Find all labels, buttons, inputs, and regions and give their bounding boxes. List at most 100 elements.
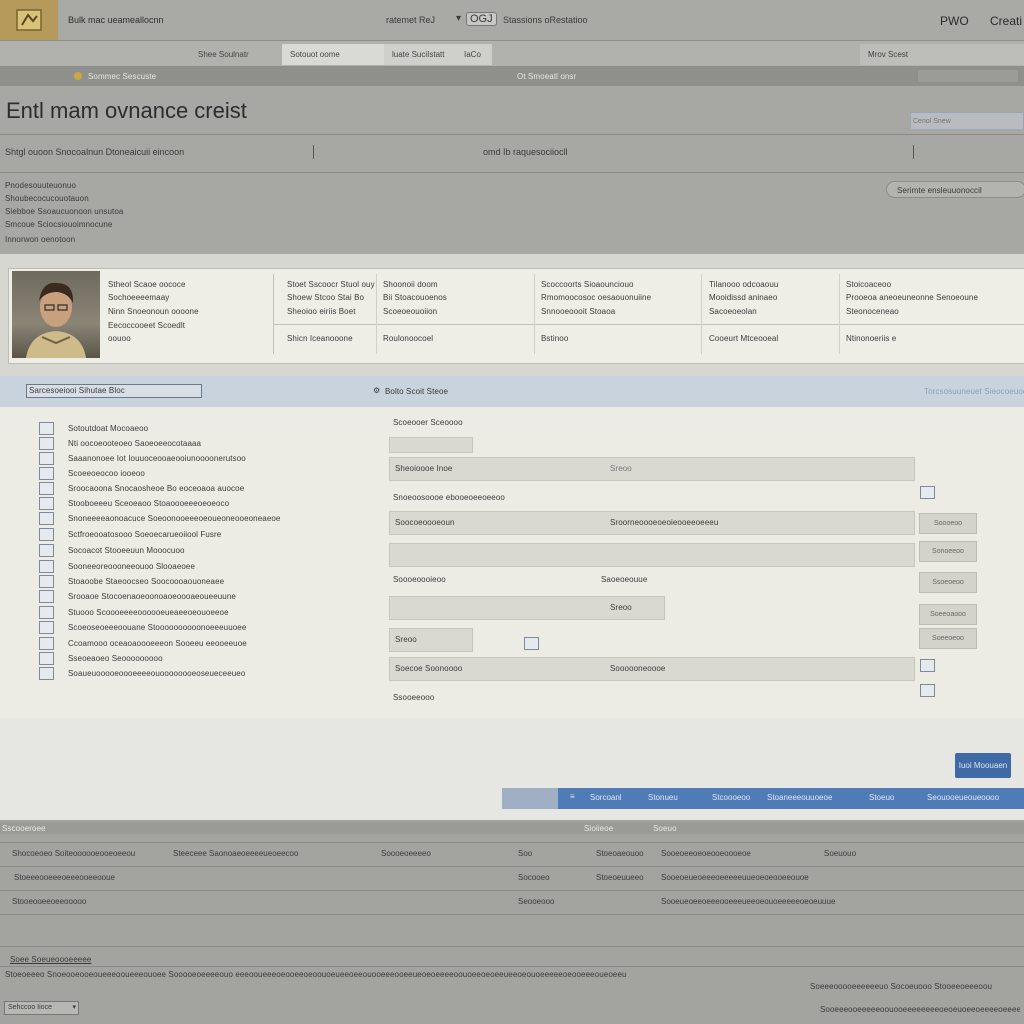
list-checkbox[interactable] (39, 467, 54, 480)
text-field[interactable]: Sreoo (389, 596, 665, 620)
subbar-label: Sommec Sescuste (88, 72, 157, 81)
header-center-label: ratemet ReJ (386, 15, 436, 25)
step-2[interactable]: Stonueu (648, 793, 678, 802)
list-checkbox[interactable] (39, 560, 54, 573)
field-label: Saoeoeouue (601, 575, 648, 584)
text-field[interactable]: Sreoo (389, 628, 473, 652)
table-row[interactable]: Stoeeeooeeeoeeeooeeooue Socooeo Stoeoeuu… (0, 866, 1024, 891)
list-checkbox[interactable] (39, 512, 54, 525)
divider (273, 324, 1024, 325)
checkbox[interactable] (920, 486, 935, 499)
meta-line: Shoubecocucouotauon (5, 194, 89, 203)
app-logo[interactable] (0, 0, 58, 40)
list-checkbox[interactable] (39, 590, 54, 603)
field-label: Scoeooer Sceoooo (393, 418, 463, 427)
footer-link[interactable]: Soee Soeueoooeeeee (10, 955, 91, 964)
list-checkbox[interactable] (39, 422, 54, 435)
divider (913, 145, 914, 159)
subbar-search[interactable] (918, 70, 1018, 82)
list-item-label: Sroocaoona Snocaosheoe Bo eoceoaoa auoco… (68, 484, 245, 493)
checkbox[interactable] (920, 659, 935, 672)
list-item-label: Socoacot Stooeeuun Mooocuoo (68, 546, 185, 555)
header-right-b[interactable]: Creati (990, 14, 1022, 28)
checkbox[interactable] (524, 637, 539, 650)
meta-line: Smcoue Sciocsiouoimnocune (5, 220, 113, 229)
text-field[interactable]: Sheoioooe Inoe Sreoo (389, 457, 915, 481)
side-button[interactable]: Soeeoaooo (919, 604, 977, 625)
table-cell: Soeuouo (824, 849, 857, 858)
list-checkbox[interactable] (39, 637, 54, 650)
footer-line: Soeeeooooeeeeeeuo Socoeuooo Stooeeoeeeoo… (810, 982, 993, 991)
profile-cell: Prooeoa aneoeuneonne Senoeoune (846, 293, 979, 302)
table-cell: Stoeoaeouoo (596, 849, 644, 858)
subbar-center: Ot Smoeatl onsr (517, 72, 577, 81)
form-header-box[interactable]: Sarcesoeiooi Sihutae Bloc (26, 384, 202, 398)
list-item-label: Nti oocoeooteoeo Saoeoeeocotaaaa (68, 439, 202, 448)
divider (313, 145, 314, 159)
header-right-a[interactable]: PWO (940, 14, 969, 28)
list-checkbox[interactable] (39, 528, 54, 541)
header-badge[interactable]: OGJ (466, 12, 497, 26)
chevron-down-icon[interactable]: ▾ (456, 13, 461, 24)
profile-cell: Sheoioo eiriis Boet (287, 307, 356, 316)
side-button[interactable]: Soeeoeoo (919, 628, 977, 649)
page-subtitle-right: omd Ib raquesociiocll (483, 147, 568, 157)
tab-5[interactable]: Mrov Scest (860, 44, 1024, 65)
text-field[interactable]: Soecoe Soonoooo Soooooneoooe (389, 657, 915, 681)
select-value: Sehccoo Iioce (8, 1004, 52, 1011)
divider (839, 274, 840, 354)
table-row[interactable]: Shocoeoeo Soiteoooooeooeoeeou Steeceee S… (0, 842, 1024, 867)
list-checkbox[interactable] (39, 544, 54, 557)
list-checkbox[interactable] (39, 452, 54, 465)
status-dot-icon (74, 72, 82, 80)
step-5[interactable]: Stoeuo (869, 793, 894, 802)
divider (0, 946, 1024, 947)
search-input[interactable] (910, 112, 1024, 130)
divider (701, 274, 702, 354)
table-bar-label: Sscooeroee (2, 824, 46, 833)
list-checkbox[interactable] (39, 437, 54, 450)
profile-cell: Steonoceneao (846, 307, 899, 316)
side-button[interactable]: Ssoeoeoo (919, 572, 977, 593)
pill-button[interactable]: Serimte ensleuuonoccil (886, 181, 1024, 198)
list-checkbox[interactable] (39, 621, 54, 634)
tab-4[interactable]: IaCo (456, 44, 492, 65)
table-row[interactable]: Stooeooeeoeeooooo Seooeooo Sooeueoeeoeee… (0, 890, 1024, 915)
step-4[interactable]: Stoaneeeouuoeoe (767, 793, 832, 802)
submit-button[interactable]: Iuoi Moouaen (955, 753, 1011, 778)
checkbox[interactable] (920, 684, 935, 697)
field-small[interactable] (389, 437, 473, 453)
tab-1[interactable]: Shee Soulnatr (190, 44, 257, 65)
header-sub: Stassions oRestatioo (503, 15, 588, 25)
sub-bar: Sommec Sescuste Ot Smoeatl onsr (0, 67, 1024, 86)
list-checkbox[interactable] (39, 652, 54, 665)
step-3[interactable]: Stcoooeoo (712, 793, 750, 802)
page-size-select[interactable]: Sehccoo Iioce ▾ (4, 1001, 79, 1015)
form-header-center: Bolto Scoit Steoe (385, 387, 449, 396)
table-cell: Stoeeeooeeeoeeeooeeooue (14, 873, 115, 882)
step-1[interactable]: Sorcoanl (590, 793, 622, 802)
list-checkbox[interactable] (39, 606, 54, 619)
field-value: Soecoe Soonoooo (395, 664, 463, 673)
divider (0, 134, 1024, 135)
list-checkbox[interactable] (39, 575, 54, 588)
profile-cell: Snnooeoooit Stoaoa (541, 307, 616, 316)
chevron-down-icon: ▾ (72, 1004, 76, 1011)
list-checkbox[interactable] (39, 482, 54, 495)
list-checkbox[interactable] (39, 497, 54, 510)
text-field[interactable] (389, 543, 915, 567)
list-item-label: Sotoutdoat Mocoaeoo (68, 424, 149, 433)
side-button[interactable]: Soooeoo (919, 513, 977, 534)
avatar (12, 271, 100, 358)
profile-cell: Scoccoorts Sioaounciouo (541, 280, 634, 289)
table-cell: Sooeueoeeoeeeooeeeueeoeouoeeeeeoeoeuuue (661, 897, 836, 906)
text-field[interactable]: Soocoeoooeoun Sroorneoooeoeoieooeeoeeeu (389, 511, 915, 535)
field-label: Ssooeeooo (393, 693, 435, 702)
list-checkbox[interactable] (39, 667, 54, 680)
step-6[interactable]: Seouooeueoueoooo (927, 793, 999, 802)
field-value: Soooooneoooe (610, 664, 666, 673)
tab-2[interactable]: Sotouot oome (282, 44, 384, 65)
side-button[interactable]: Sonoeeoo (919, 541, 977, 562)
table-bar-center: Sioiieoe (584, 824, 614, 833)
table-cell: Seooeooo (518, 897, 555, 906)
